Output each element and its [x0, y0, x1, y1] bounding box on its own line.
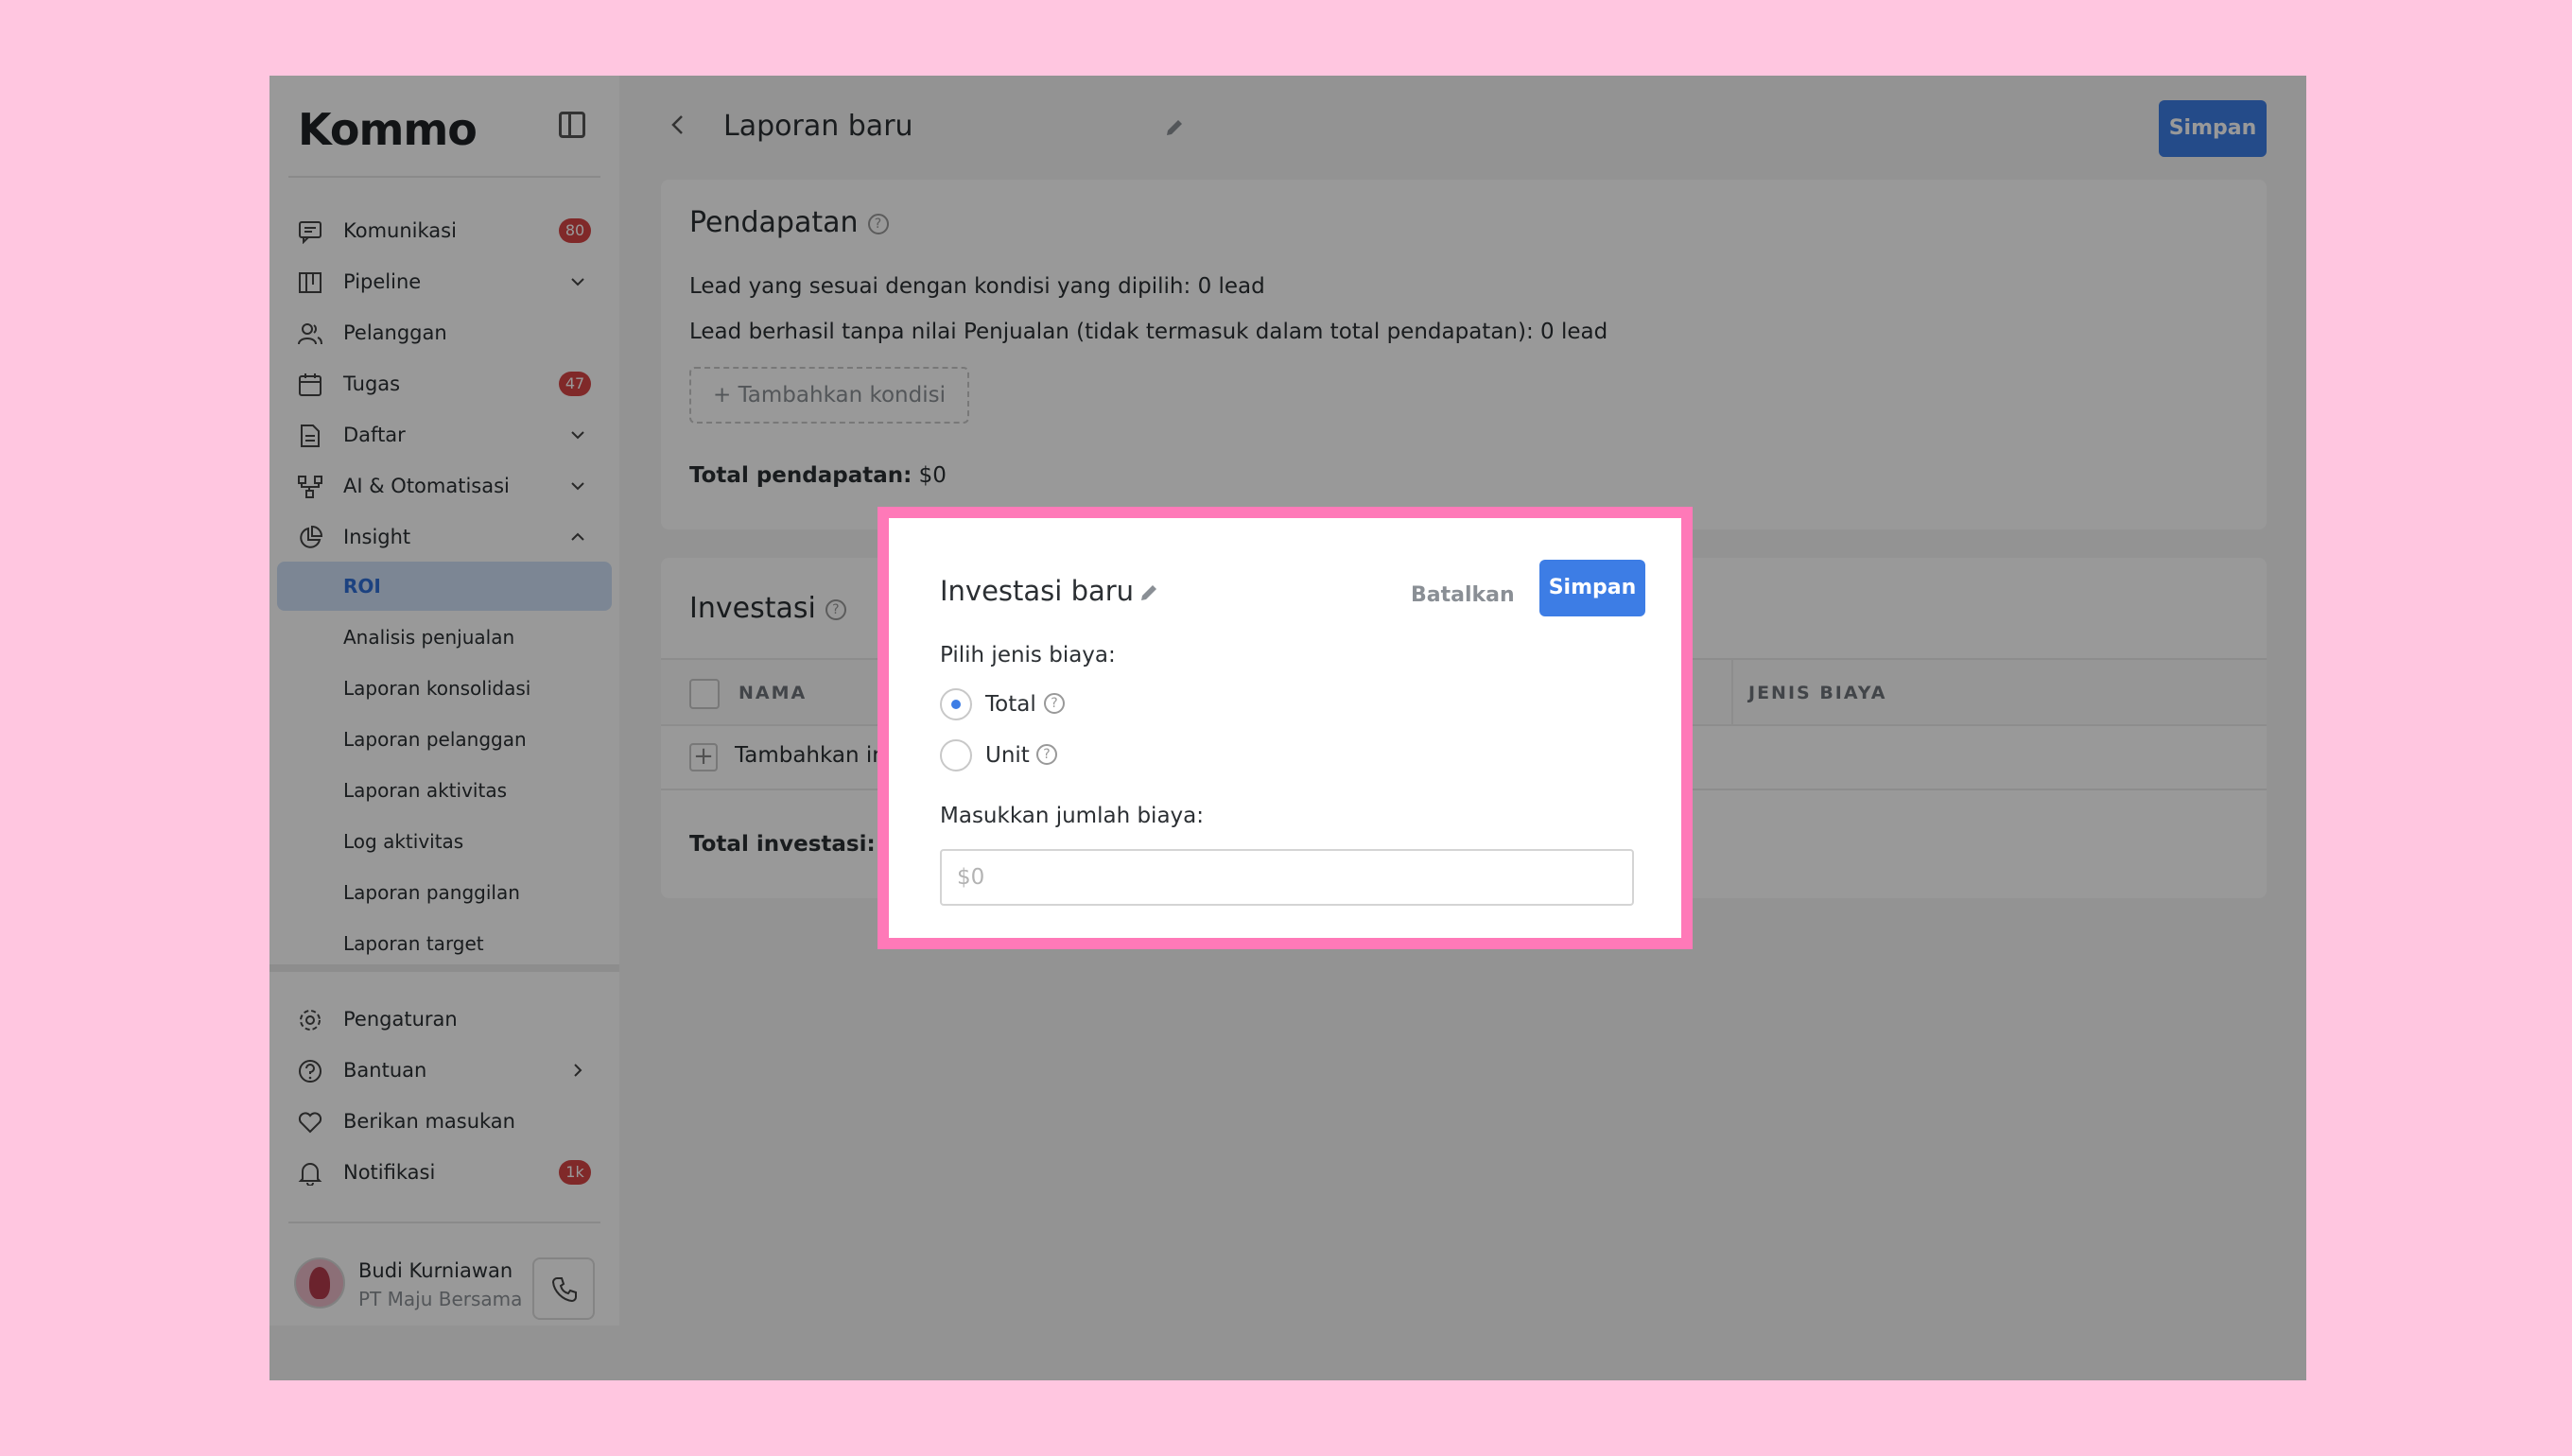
radio-label-total: Total [985, 692, 1036, 717]
new-investment-modal: Investasi baru Batalkan Simpan Pilih jen… [889, 518, 1681, 938]
save-button[interactable]: Simpan [1539, 560, 1645, 616]
amount-label: Masukkan jumlah biaya: [940, 804, 1204, 828]
modal-title: Investasi baru [940, 575, 1135, 607]
radio-unit[interactable] [940, 739, 972, 771]
radio-total[interactable] [940, 688, 972, 720]
cancel-button[interactable]: Batalkan [1411, 567, 1515, 624]
radio-option-total[interactable]: Total ? [940, 688, 1129, 722]
help-icon[interactable]: ? [1036, 744, 1057, 765]
cost-type-label: Pilih jenis biaya: [940, 643, 1116, 667]
pencil-icon[interactable] [1138, 582, 1159, 603]
modal-highlight-frame: Investasi baru Batalkan Simpan Pilih jen… [878, 507, 1693, 949]
amount-input[interactable] [940, 849, 1634, 906]
radio-label-unit: Unit [985, 743, 1030, 768]
help-icon[interactable]: ? [1044, 693, 1065, 714]
radio-option-unit[interactable]: Unit ? [940, 739, 1129, 773]
